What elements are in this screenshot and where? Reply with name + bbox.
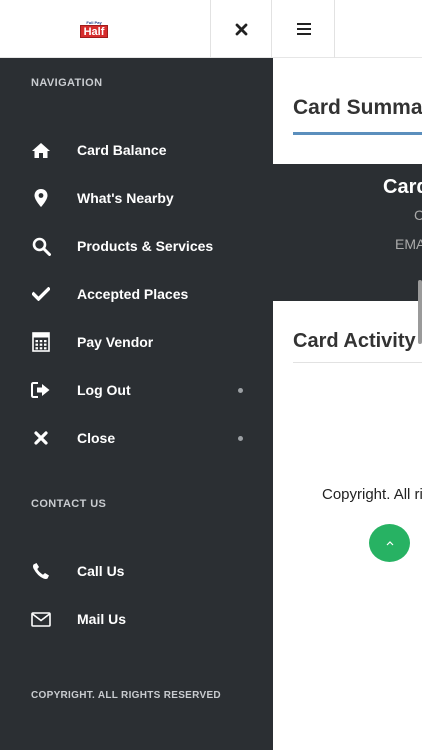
envelope-icon	[31, 609, 51, 629]
scroll-to-top-button[interactable]	[369, 524, 410, 562]
side-drawer: NAVIGATION Card Balance What's Nearby Pr…	[0, 58, 273, 750]
card-activity-title: Card Activity	[293, 330, 416, 352]
logo-text: Half	[80, 25, 108, 38]
title-underline	[293, 132, 422, 135]
close-icon	[31, 428, 51, 448]
nav-item-close[interactable]: Close	[0, 418, 273, 458]
top-bar: Full Pay Half	[0, 0, 422, 58]
hamburger-menu-button[interactable]	[289, 14, 319, 44]
contact-us-heading: CONTACT US	[31, 498, 107, 510]
close-menu-button[interactable]	[226, 14, 256, 44]
card-detail: C	[414, 207, 422, 223]
nav-item-accepted-places[interactable]: Accepted Places	[0, 274, 273, 314]
nav-item-log-out[interactable]: Log Out	[0, 370, 273, 410]
nav-label: Call Us	[77, 563, 125, 579]
nav-label: Card Balance	[77, 142, 167, 158]
chevron-up-icon	[386, 541, 393, 546]
sign-out-icon	[31, 380, 51, 400]
card-summary-title: Card Summary	[293, 96, 422, 119]
map-marker-icon	[31, 188, 51, 208]
main-content: Card Summary Card C EMAIL Card Activity …	[273, 58, 422, 750]
divider	[334, 0, 335, 58]
drawer-copyright: COPYRIGHT. ALL RIGHTS RESERVED	[31, 690, 221, 701]
navigation-heading: NAVIGATION	[31, 77, 103, 89]
card-email: EMAIL	[395, 236, 422, 252]
divider	[293, 362, 422, 363]
calculator-icon	[31, 332, 51, 352]
nav-label: What's Nearby	[77, 190, 174, 206]
home-icon	[31, 140, 51, 160]
nav-item-card-balance[interactable]: Card Balance	[0, 130, 273, 170]
nav-item-mail-us[interactable]: Mail Us	[0, 599, 273, 639]
scrollbar[interactable]	[418, 280, 422, 344]
nav-item-products-services[interactable]: Products & Services	[0, 226, 273, 266]
divider	[271, 0, 272, 58]
brand-logo[interactable]: Full Pay Half	[80, 20, 108, 38]
nav-label: Accepted Places	[77, 286, 189, 302]
indicator-dot	[238, 436, 243, 441]
nav-label: Log Out	[77, 382, 131, 398]
divider	[210, 0, 211, 58]
search-icon	[31, 236, 51, 256]
nav-item-whats-nearby[interactable]: What's Nearby	[0, 178, 273, 218]
close-icon	[235, 23, 247, 35]
nav-label: Mail Us	[77, 611, 127, 627]
card-name: Card	[383, 176, 422, 198]
nav-label: Products & Services	[77, 238, 214, 254]
footer-copyright: Copyright. All rights reserved	[322, 486, 422, 503]
nav-label: Pay Vendor	[77, 334, 154, 350]
hamburger-icon	[297, 23, 311, 35]
nav-item-pay-vendor[interactable]: Pay Vendor	[0, 322, 273, 362]
check-icon	[31, 284, 51, 304]
phone-icon	[31, 561, 51, 581]
nav-item-call-us[interactable]: Call Us	[0, 551, 273, 591]
nav-label: Close	[77, 430, 116, 446]
indicator-dot	[238, 388, 243, 393]
